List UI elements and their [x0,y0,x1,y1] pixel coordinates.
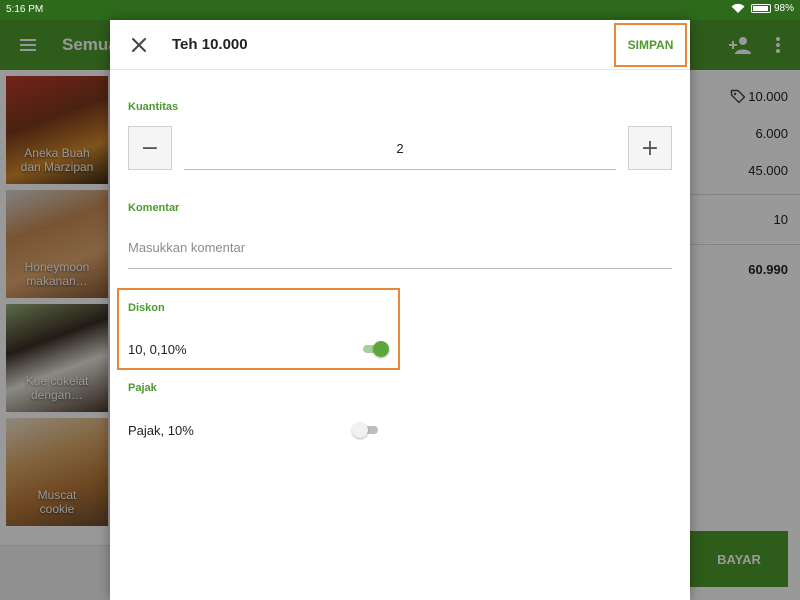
discount-value: 10, 0,10% [128,342,187,357]
status-icons: 98% [731,3,794,14]
wifi-icon [731,3,745,14]
increment-button[interactable]: + [628,126,672,170]
dialog-title: Teh 10.000 [172,36,248,53]
battery-indicator: 98% [750,3,794,14]
comment-input[interactable] [128,227,672,268]
battery-percent: 98% [773,3,794,14]
tax-value: Pajak, 10% [128,423,194,438]
decrement-button[interactable]: − [128,126,172,170]
comment-field [128,227,672,269]
tax-label: Pajak [128,382,157,394]
close-icon[interactable] [130,36,148,54]
discount-toggle[interactable] [361,341,389,357]
status-time: 5:16 PM [6,4,44,15]
battery-icon [750,4,771,13]
quantity-label: Kuantitas [128,101,179,113]
discount-section: Diskon 10, 0,10% [117,288,400,370]
quantity-value[interactable]: 2 [184,127,616,170]
status-bar: 5:16 PM 98% [0,0,800,20]
discount-label: Diskon [128,302,165,314]
dialog-header: Teh 10.000 SIMPAN [110,20,690,70]
tax-toggle[interactable] [352,422,380,438]
comment-label: Komentar [128,202,180,214]
edit-item-dialog: Teh 10.000 SIMPAN Kuantitas − 2 + Koment… [110,20,690,600]
save-button[interactable]: SIMPAN [614,23,687,67]
